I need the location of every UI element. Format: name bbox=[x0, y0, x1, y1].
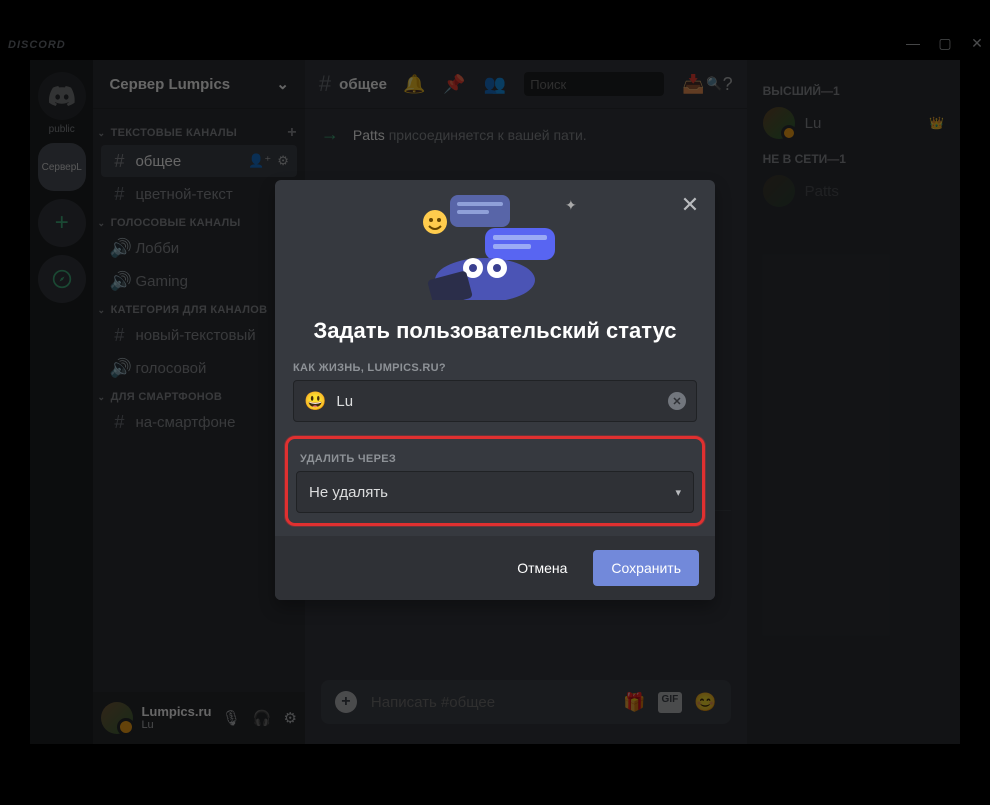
save-button[interactable]: Сохранить bbox=[593, 550, 699, 586]
status-question-label: КАК ЖИЗНЬ, LUMPICS.RU? bbox=[275, 354, 715, 380]
emoji-picker-icon[interactable]: 😃 bbox=[304, 391, 326, 412]
modal-footer: Отмена Сохранить bbox=[275, 536, 715, 600]
clear-after-label: УДАЛИТЬ ЧЕРЕЗ bbox=[296, 445, 694, 471]
svg-text:✦: ✦ bbox=[565, 197, 577, 213]
close-icon[interactable]: ✕ bbox=[679, 194, 701, 216]
clear-after-value: Не удалять bbox=[309, 484, 388, 501]
clear-input-icon[interactable]: ✕ bbox=[668, 392, 686, 410]
chevron-down-icon: ▾ bbox=[675, 486, 681, 499]
status-text-field[interactable]: 😃 ✕ bbox=[293, 380, 697, 422]
cancel-button[interactable]: Отмена bbox=[499, 550, 585, 586]
clear-after-select[interactable]: Не удалять ▾ bbox=[296, 471, 694, 513]
modal-overlay[interactable]: ✦ ✕ Задать пользовательский статус КАК Ж… bbox=[0, 30, 990, 805]
custom-status-modal: ✦ ✕ Задать пользовательский статус КАК Ж… bbox=[275, 180, 715, 600]
modal-title: Задать пользовательский статус bbox=[275, 318, 715, 344]
modal-illustration: ✦ bbox=[275, 180, 715, 300]
status-input[interactable] bbox=[336, 393, 658, 410]
clear-after-highlight: УДАЛИТЬ ЧЕРЕЗ Не удалять ▾ bbox=[285, 436, 705, 526]
